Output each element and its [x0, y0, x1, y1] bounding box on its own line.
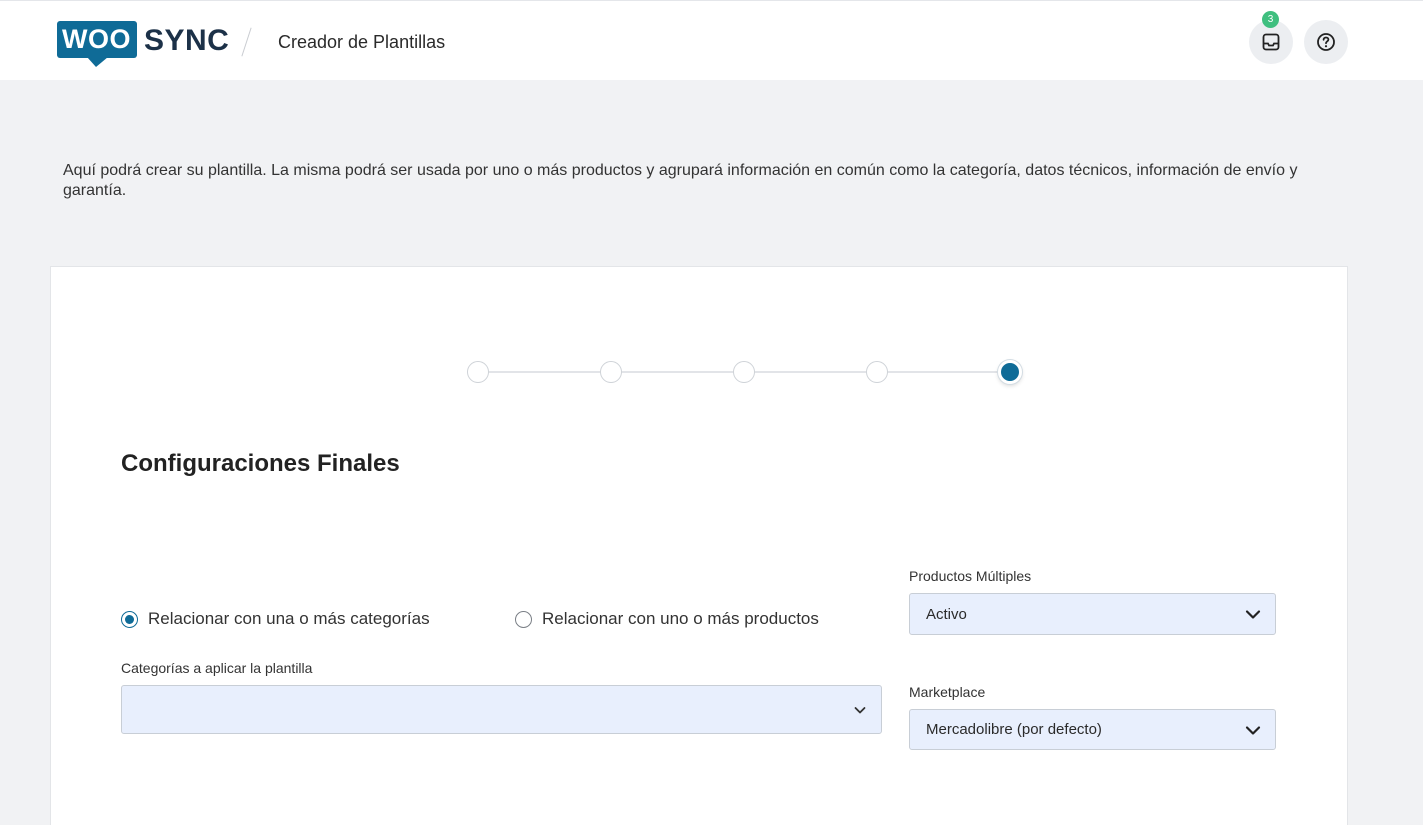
inbox-icon [1262, 33, 1280, 51]
chevron-down-icon [854, 706, 866, 713]
step-2[interactable] [600, 361, 622, 383]
logo-woo-mark: WOO [57, 21, 137, 67]
chevron-down-icon [1245, 725, 1261, 735]
marketplace-select[interactable]: Mercadolibre (por defecto) [909, 709, 1276, 750]
multiple-products-value: Activo [926, 605, 967, 623]
categories-select[interactable] [121, 685, 882, 734]
multiple-products-select[interactable]: Activo [909, 593, 1276, 635]
logo-woo-text: WOO [62, 24, 131, 54]
radio-categories-label: Relacionar con una o más categorías [148, 609, 430, 628]
chevron-down-icon [1245, 610, 1261, 619]
radio-relate-products[interactable]: Relacionar con uno o más productos [515, 609, 819, 629]
intro-text: Aquí podrá crear su plantilla. La misma … [63, 162, 1298, 199]
top-bar: WOO SYNC Creador de Plantillas 3 [0, 0, 1423, 80]
woosync-logo[interactable]: WOO SYNC [57, 21, 229, 67]
radio-dot-checked[interactable] [121, 610, 138, 628]
step-3[interactable] [733, 361, 755, 383]
step-1[interactable] [467, 361, 489, 383]
multiple-products-label: Productos Múltiples [909, 568, 1032, 584]
step-4[interactable] [866, 361, 888, 383]
radio-relate-categories[interactable]: Relacionar con una o más categorías [121, 609, 430, 629]
step-5-current[interactable] [998, 360, 1022, 384]
marketplace-value: Mercadolibre (por defecto) [926, 721, 1102, 738]
help-icon [1317, 33, 1335, 51]
logo-speech-tail [87, 57, 108, 67]
section-title: Configuraciones Finales [121, 450, 400, 477]
help-button[interactable] [1304, 20, 1348, 64]
categories-label: Categorías a aplicar la plantilla [121, 660, 313, 676]
marketplace-label: Marketplace [909, 684, 986, 700]
page-title: Creador de Plantillas [278, 32, 446, 52]
logo-sync-text: SYNC [144, 24, 230, 57]
radio-products-label: Relacionar con uno o más productos [542, 609, 819, 628]
radio-dot-unchecked[interactable] [515, 610, 532, 628]
notification-badge: 3 [1262, 11, 1279, 28]
breadcrumb-separator [241, 27, 252, 57]
